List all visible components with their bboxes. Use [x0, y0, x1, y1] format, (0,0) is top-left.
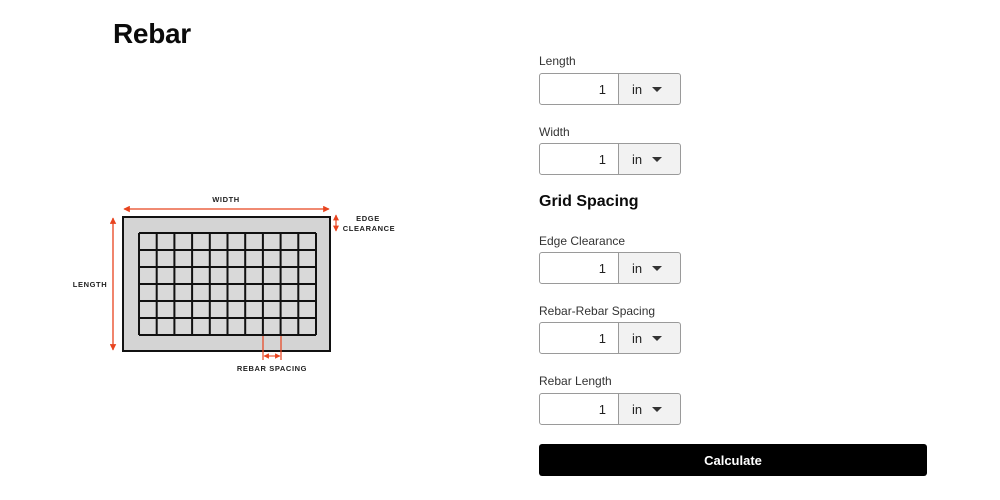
rebar-length-input[interactable] — [539, 393, 619, 425]
width-unit-value: in — [632, 151, 643, 167]
width-input[interactable] — [539, 143, 619, 175]
rebar-spacing-label: Rebar-Rebar Spacing — [539, 304, 656, 318]
chevron-down-icon — [652, 86, 663, 92]
edge-label: EDGE — [356, 214, 380, 223]
rebar-length-unit-select[interactable]: in — [618, 393, 681, 425]
chevron-down-icon — [652, 156, 663, 162]
length-unit-select[interactable]: in — [618, 73, 681, 105]
rebar-spacing-unit-select[interactable]: in — [618, 322, 681, 354]
length-label: LENGTH — [73, 280, 107, 289]
rebar-spacing-unit-value: in — [632, 330, 643, 346]
width-field-row: in — [539, 143, 681, 175]
length-field-row: in — [539, 73, 681, 105]
width-label: WIDTH — [212, 195, 240, 204]
rebar-length-label: Rebar Length — [539, 374, 612, 388]
clearance-label: CLEARANCE — [343, 224, 395, 233]
edge-clearance-unit-value: in — [632, 260, 643, 276]
calculate-button[interactable]: Calculate — [539, 444, 927, 476]
length-label: Length — [539, 54, 576, 68]
rebar-spacing-field-row: in — [539, 322, 681, 354]
chevron-down-icon — [652, 335, 663, 341]
rebar-spacing-label: REBAR SPACING — [237, 364, 307, 373]
width-label: Width — [539, 125, 570, 139]
grid-spacing-heading: Grid Spacing — [539, 193, 639, 210]
chevron-down-icon — [652, 406, 663, 412]
rebar-grid — [138, 232, 317, 336]
rebar-length-field-row: in — [539, 393, 681, 425]
rebar-spacing-input[interactable] — [539, 322, 619, 354]
length-unit-value: in — [632, 81, 643, 97]
width-unit-select[interactable]: in — [618, 143, 681, 175]
edge-clearance-label: Edge Clearance — [539, 234, 626, 248]
rebar-length-unit-value: in — [632, 401, 643, 417]
edge-clearance-unit-select[interactable]: in — [618, 252, 681, 284]
chevron-down-icon — [652, 265, 663, 271]
length-input[interactable] — [539, 73, 619, 105]
page-title: Rebar — [113, 18, 191, 49]
edge-clearance-field-row: in — [539, 252, 681, 284]
edge-clearance-input[interactable] — [539, 252, 619, 284]
rebar-diagram: WIDTH LENGTH EDGE CLEARANCE REBAR SPACIN… — [73, 195, 395, 373]
